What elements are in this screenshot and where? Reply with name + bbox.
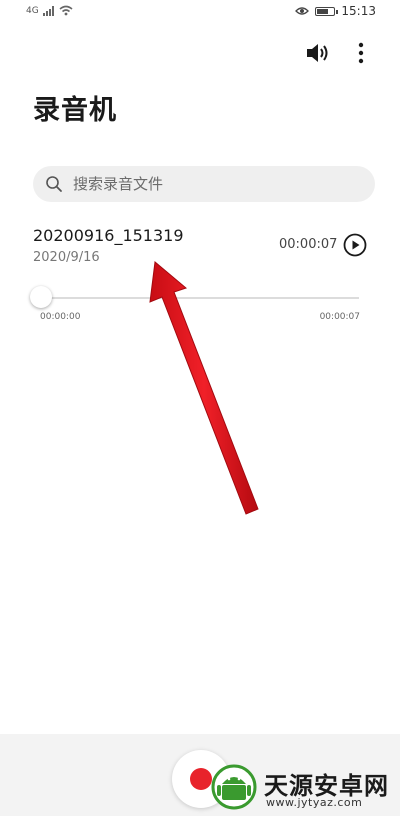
- eye-icon: [295, 7, 310, 15]
- signal-icon: [42, 5, 54, 16]
- speaker-button[interactable]: [304, 40, 332, 66]
- recording-date: 2020/9/16: [33, 250, 100, 265]
- recording-list-item[interactable]: 20200916_151319 2020/9/16 00:00:07 00:00…: [0, 218, 400, 328]
- search-bar[interactable]: [33, 166, 375, 202]
- search-input[interactable]: [71, 174, 355, 194]
- status-left: 4G: [26, 5, 73, 16]
- status-bar: 4G 15:13: [0, 0, 400, 26]
- speaker-icon: [307, 44, 328, 62]
- status-right: 15:13: [295, 4, 376, 18]
- recording-duration: 00:00:07: [279, 237, 338, 252]
- playback-seek-thumb[interactable]: [30, 286, 52, 308]
- battery-icon: [315, 6, 339, 16]
- page-title: 录音机: [33, 95, 117, 126]
- play-button[interactable]: [343, 233, 367, 257]
- playback-progress-track[interactable]: [41, 297, 359, 299]
- watermark: 天源安卓网 www.jytyaz.com: [200, 760, 400, 816]
- recording-name: 20200916_151319: [33, 226, 184, 245]
- status-time: 15:13: [341, 4, 376, 18]
- android-logo-icon: [211, 764, 257, 810]
- more-vertical-icon: [358, 42, 364, 64]
- wifi-icon: [59, 5, 73, 16]
- playback-total-time: 00:00:07: [319, 312, 360, 322]
- playback-current-time: 00:00:00: [40, 312, 81, 322]
- more-options-button[interactable]: [350, 40, 372, 66]
- signal-label: 4G: [26, 5, 39, 16]
- search-icon: [46, 176, 62, 192]
- watermark-url: www.jytyaz.com: [266, 796, 363, 809]
- play-circle-icon: [343, 233, 367, 257]
